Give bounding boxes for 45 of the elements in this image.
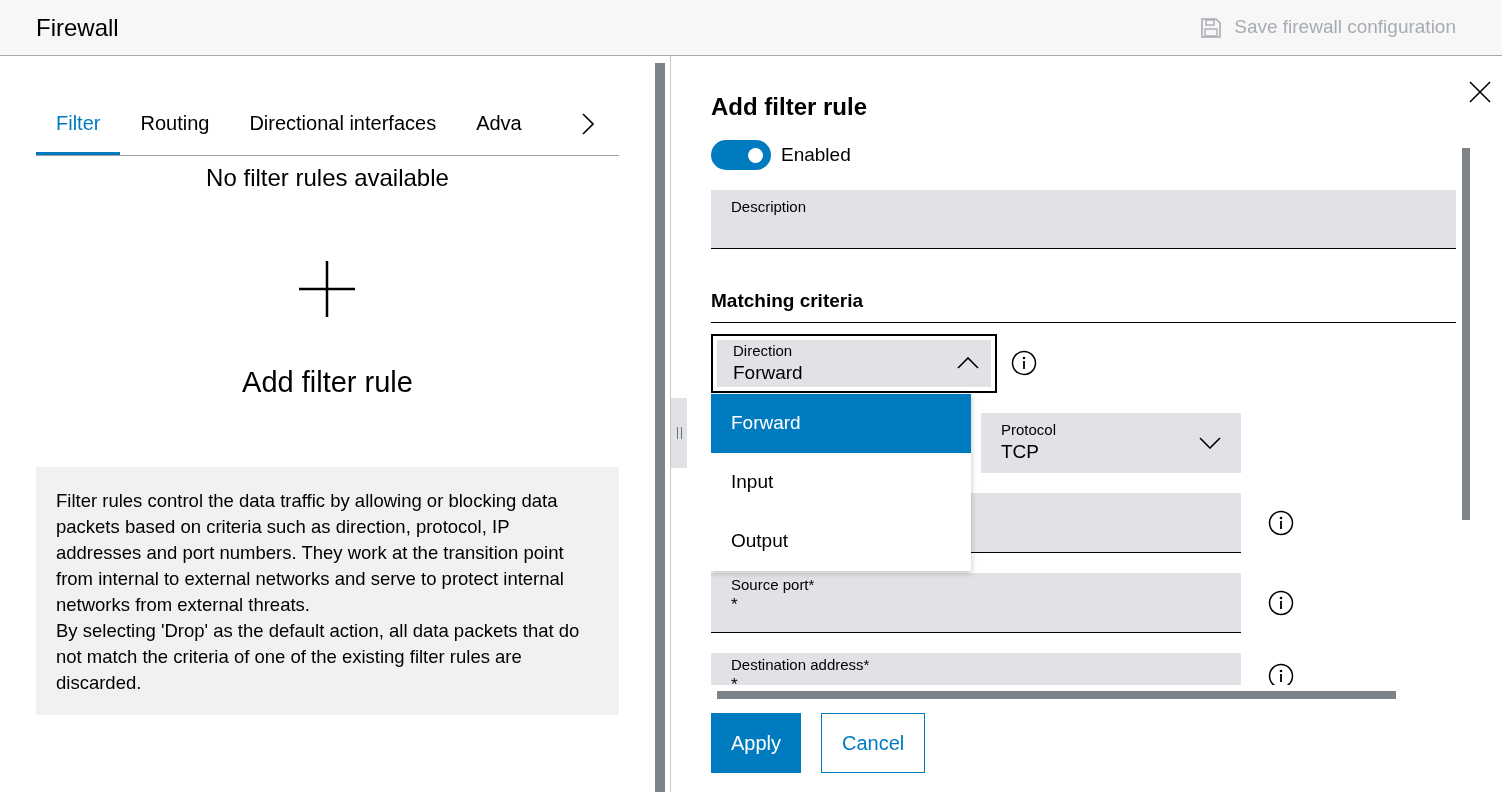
tab[interactable]: Filter	[36, 108, 121, 155]
info-icon[interactable]	[1268, 509, 1294, 536]
empty-message: No filter rules available	[205, 163, 450, 193]
cancel-button[interactable]: Cancel	[821, 713, 926, 773]
tab[interactable]: Routing	[120, 108, 230, 155]
info-icon[interactable]	[1268, 662, 1294, 685]
info-paragraph: Filter rules control the data traffic by allowing or blocking data packets based on criteria such as direction, protocol, IP addresses and port numbers. They work at the transition point from internal to external networks and serve to protect internal networks from external threats.	[56, 488, 565, 617]
dropdown-option[interactable]: Input	[711, 452, 971, 512]
chevron-right-icon[interactable]	[582, 113, 594, 135]
tab[interactable]: Directional interfaces	[229, 108, 457, 155]
plus-icon	[299, 261, 356, 317]
add-filter-rule-button[interactable]: Add filter rule	[242, 261, 413, 405]
field-label: Destination address*	[731, 655, 870, 675]
field-label: Description	[731, 198, 807, 215]
field-label: Protocol	[1001, 421, 1057, 440]
dropdown-field[interactable]: Direction Forward	[711, 333, 997, 393]
info-paragraph: By selecting 'Drop' as the default action, all data packets that do not match the criteria of one of the existing filter rules are discarded.	[56, 618, 581, 695]
field-value: *	[731, 594, 738, 616]
info-icon[interactable]	[1268, 589, 1294, 616]
info-icon[interactable]	[1011, 350, 1037, 376]
field-label: Source port*	[731, 575, 815, 595]
field-value: TCP	[1001, 440, 1040, 464]
page-title: Firewall	[36, 12, 119, 43]
input-field[interactable]: Description	[711, 190, 1456, 249]
dropdown-option[interactable]: Forward	[711, 393, 971, 453]
field-label: Direction	[733, 341, 794, 361]
scrollbar[interactable]	[655, 63, 665, 792]
input-field[interactable]: Source port* *	[711, 572, 1241, 633]
resize-handle[interactable]	[671, 398, 687, 468]
field-value: Forward	[733, 360, 803, 385]
section-heading: Matching criteria	[711, 287, 1456, 323]
tab[interactable]: Adva	[456, 108, 542, 155]
scrollbar[interactable]	[717, 691, 1396, 699]
chevron-up-icon	[957, 357, 979, 369]
chevron-down-icon	[1199, 436, 1221, 449]
field-value: *	[731, 674, 738, 685]
dropdown-option[interactable]: Output	[711, 511, 971, 571]
input-field[interactable]: Destination address* *	[711, 652, 1241, 685]
close-icon[interactable]	[1469, 81, 1491, 103]
panel-title: Add filter rule	[711, 92, 868, 122]
toggle-label: Enabled	[781, 142, 851, 167]
apply-button[interactable]: Apply	[711, 713, 802, 773]
dropdown-field[interactable]: Protocol TCP	[981, 412, 1241, 473]
scrollbar[interactable]	[1462, 148, 1470, 520]
toggle-switch[interactable]	[711, 140, 771, 170]
